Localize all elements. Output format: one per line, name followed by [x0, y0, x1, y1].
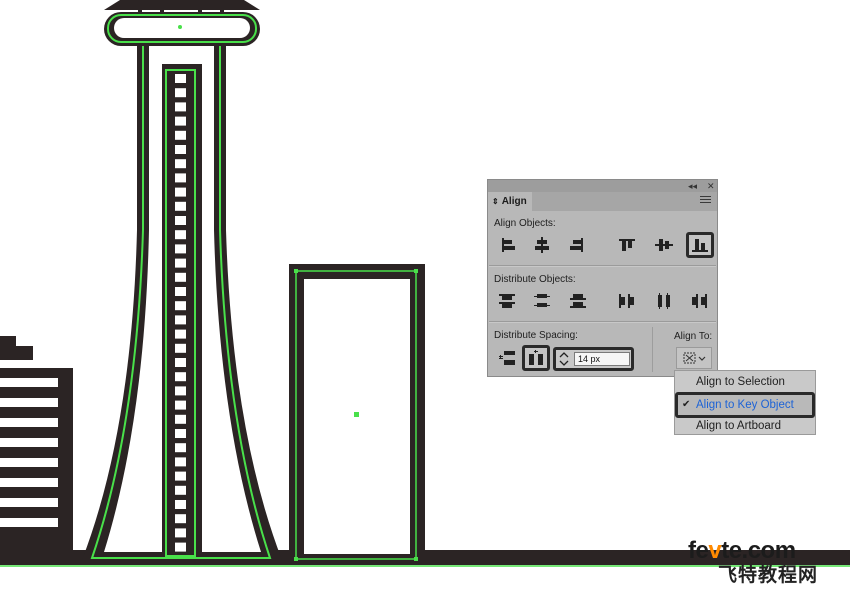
align-middle-icon — [655, 239, 673, 251]
align-to-label: Align To: — [674, 331, 713, 342]
spacing-field: 14 px — [553, 347, 634, 371]
ladder-rung — [175, 301, 186, 311]
ladder-rung — [175, 258, 186, 268]
horizontal-distribute-center-button[interactable] — [651, 290, 677, 312]
ladder-rung — [175, 130, 186, 140]
ladder-rung — [175, 429, 186, 438]
ladder-rung — [175, 116, 186, 126]
ladder-rung — [175, 457, 186, 467]
spacing-input[interactable]: 14 px — [574, 352, 630, 366]
vertical-align-bottom-button[interactable] — [686, 232, 714, 258]
distribute-left-icon — [619, 294, 634, 308]
menu-item-label: Align to Key Object — [696, 399, 794, 411]
menu-item-align-to-artboard[interactable]: Align to Artboard — [675, 416, 815, 436]
tab-row: ⇕ Align — [488, 192, 717, 211]
key-object-icon — [683, 352, 706, 364]
menu-item-label: Align to Artboard — [696, 420, 782, 432]
close-icon[interactable]: ✕ — [707, 180, 715, 192]
horizontal-distribute-space-button[interactable] — [522, 345, 550, 371]
distribute-top-icon — [499, 294, 515, 308]
distribute-right-icon — [692, 294, 707, 308]
ladder-rung — [175, 528, 186, 538]
ladder-rung — [175, 88, 186, 98]
ladder-rung — [175, 230, 186, 240]
align-center-icon — [535, 237, 549, 253]
ladder-rung — [175, 485, 186, 495]
horizontal-align-left-button[interactable] — [494, 234, 520, 256]
ladder-rung — [175, 343, 186, 353]
ladder-rung — [175, 315, 186, 325]
menu-item-align-to-key-object[interactable]: ✔ Align to Key Object — [675, 392, 815, 418]
distribute-spacing-label: Distribute Spacing: — [494, 330, 578, 341]
distribute-objects-label: Distribute Objects: — [494, 274, 576, 285]
panel-menu-icon[interactable] — [700, 196, 711, 206]
vertical-align-top-button[interactable] — [614, 234, 640, 256]
vertical-distribute-top-button[interactable] — [494, 290, 520, 312]
ladder-rung — [175, 145, 186, 154]
watermark-domain: fevte.com — [688, 537, 796, 564]
vertical-distribute-center-button[interactable] — [529, 290, 555, 312]
ladder-rung — [175, 287, 186, 296]
ladder-rung — [175, 500, 186, 509]
ladder-rung — [175, 74, 186, 83]
align-top-icon — [619, 239, 635, 251]
ladder-rung — [175, 102, 186, 112]
collapse-icon[interactable]: ◂◂ — [688, 180, 697, 192]
horizontal-align-center-button[interactable] — [529, 234, 555, 256]
ladder-rung — [175, 372, 186, 382]
align-right-icon — [570, 238, 583, 252]
menu-item-align-to-selection[interactable]: Align to Selection — [675, 372, 815, 392]
ladder-rung — [175, 400, 186, 410]
door[interactable] — [289, 264, 425, 561]
ladder-rung — [175, 201, 186, 211]
ladder-rung — [175, 173, 186, 183]
watermark-logo: fevte.com 飞特教程网 — [684, 538, 844, 590]
horizontal-distribute-space-icon — [529, 350, 543, 365]
vertical-align-center-button[interactable] — [651, 234, 677, 256]
distribute-vcenter-icon — [534, 294, 550, 307]
horizontal-distribute-left-button[interactable] — [614, 290, 640, 312]
align-objects-label: Align Objects: — [494, 218, 556, 229]
ladder-rung — [175, 159, 186, 169]
vertical-distribute-space-icon — [499, 351, 515, 365]
horizontal-distribute-right-button[interactable] — [686, 290, 712, 312]
align-left-icon — [502, 238, 515, 252]
horizontal-align-right-button[interactable] — [565, 234, 591, 256]
spacing-stepper-icon[interactable] — [556, 350, 572, 368]
ladder-rung — [175, 187, 186, 197]
ladder-rung — [175, 329, 186, 339]
ladder-rung — [175, 471, 186, 481]
watermark-chinese: 飞特教程网 — [718, 564, 819, 586]
ladder-rung — [175, 443, 186, 453]
distribute-hcenter-icon — [658, 293, 670, 309]
tab-align-label: Align — [501, 196, 527, 207]
align-to-menu: Align to Selection ✔ Align to Key Object… — [674, 370, 816, 435]
align-to-dropdown[interactable] — [676, 347, 712, 369]
tab-align[interactable]: ⇕ Align — [488, 192, 532, 211]
ladder-rung — [175, 216, 186, 225]
ladder-rung — [175, 414, 186, 424]
align-bottom-icon — [692, 239, 708, 252]
ladder-rung — [175, 514, 186, 524]
vertical-distribute-space-button[interactable] — [494, 347, 520, 369]
artboard[interactable] — [0, 0, 850, 600]
ladder-rung — [175, 358, 186, 367]
ladder-rung — [175, 272, 186, 282]
vertical-distribute-bottom-button[interactable] — [565, 290, 591, 312]
left-building[interactable] — [0, 336, 73, 552]
panel-titlebar[interactable]: ◂◂ ✕ — [488, 180, 717, 192]
ladder-rung — [175, 386, 186, 396]
menu-item-label: Align to Selection — [696, 376, 785, 388]
ladder-rung — [175, 244, 186, 254]
distribute-bottom-icon — [570, 294, 586, 308]
align-panel: ◂◂ ✕ ⇕ Align Align Objects: Distribute Ob… — [487, 179, 718, 377]
ladder-rung — [175, 542, 186, 552]
checkmark-icon: ✔ — [682, 399, 691, 410]
tab-arrows-icon: ⇕ — [492, 197, 499, 206]
